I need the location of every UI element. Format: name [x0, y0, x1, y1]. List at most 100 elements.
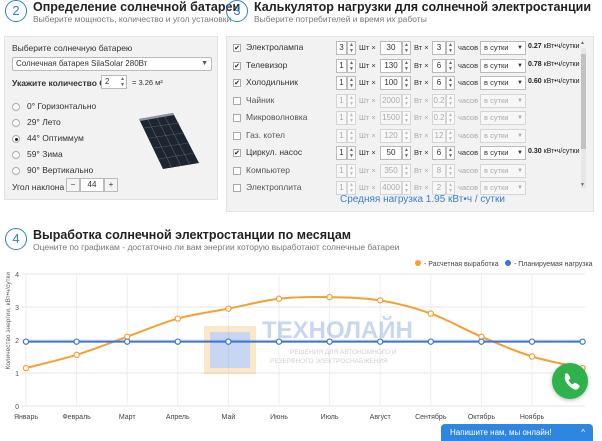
scrollbar-thumb[interactable]	[581, 54, 586, 149]
watts-spinner[interactable]: ▲ ▼	[402, 93, 411, 108]
load-checkbox[interactable]	[233, 96, 241, 105]
watts-input[interactable]: 50	[380, 146, 402, 160]
spinner-icon[interactable]: ▲ ▼	[120, 76, 125, 88]
hours-spinner[interactable]: ▲ ▼	[446, 93, 455, 108]
qty-spinner[interactable]: ▲ ▼	[347, 163, 356, 178]
period-select[interactable]: в сутки ▼	[480, 128, 526, 143]
hours-spinner[interactable]: ▲ ▼	[446, 163, 455, 178]
qty-spinner[interactable]: ▲ ▼	[347, 58, 356, 73]
hours-input[interactable]: 6	[432, 58, 446, 73]
hours-input[interactable]: 3	[432, 41, 446, 55]
watts-input[interactable]: 30	[380, 41, 402, 55]
watts-input[interactable]: 2000	[380, 93, 402, 108]
hours-spinner[interactable]: ▲ ▼	[446, 58, 455, 73]
qty-input[interactable]: 2 ▲ ▼	[101, 75, 127, 89]
period-select[interactable]: в сутки ▼	[480, 76, 526, 90]
hours-input[interactable]: 2	[432, 181, 446, 195]
hours-input[interactable]: 12	[432, 128, 446, 143]
qty-spinner[interactable]: ▲ ▼	[347, 128, 356, 143]
tilt-input[interactable]: 44	[80, 178, 104, 192]
hours-input[interactable]: 0.2	[432, 111, 446, 125]
qty-spinner[interactable]: ▲ ▼	[347, 181, 356, 195]
angle-radio-59[interactable]	[12, 151, 20, 159]
period-select[interactable]: в сутки ▼	[480, 93, 526, 108]
load-checkbox[interactable]: ✔	[233, 79, 241, 87]
qty-spinner[interactable]: ▲ ▼	[347, 41, 356, 55]
angle-radio-29[interactable]	[12, 119, 20, 127]
qty-input[interactable]: 1	[336, 58, 347, 73]
hours-spinner[interactable]: ▲ ▼	[446, 76, 455, 90]
qty-spinner[interactable]: ▲ ▼	[347, 111, 356, 125]
qty-input[interactable]: 3	[336, 41, 347, 55]
hours-input[interactable]: 0.2	[432, 93, 446, 108]
battery-select[interactable]: Солнечная батарея SilaSolar 280Вт ▼	[12, 57, 212, 71]
hours-spinner[interactable]: ▲ ▼	[446, 41, 455, 55]
watts-input[interactable]: 4000	[380, 181, 402, 195]
kwh-result: 0.27 кВт•ч/сутки	[528, 43, 580, 50]
scroll-up-icon[interactable]: ▲	[580, 40, 585, 46]
qty-spinner[interactable]: ▲ ▼	[347, 93, 356, 108]
watts-spinner[interactable]: ▲ ▼	[402, 76, 411, 90]
watts-spinner[interactable]: ▲ ▼	[402, 41, 411, 55]
qty-input[interactable]: 1	[336, 76, 347, 90]
qty-spinner[interactable]: ▲ ▼	[347, 146, 356, 160]
watts-input[interactable]: 350	[380, 163, 402, 178]
data-point	[427, 338, 434, 345]
hours-spinner[interactable]: ▲ ▼	[446, 111, 455, 125]
qty-unit: Шт ×	[359, 130, 376, 140]
qty-input[interactable]: 1	[336, 163, 347, 178]
load-checkbox[interactable]	[233, 131, 241, 140]
qty-unit: Шт ×	[359, 43, 376, 52]
period-select[interactable]: в сутки ▼	[480, 163, 526, 178]
angle-radio-44[interactable]	[12, 135, 20, 143]
load-row: ✔ Циркул. насос 1 ▲ ▼ Шт × 50 ▲ ▼ Вт × 6 ▲ ▼ часов в с…	[232, 145, 584, 162]
y-tick-label: 1	[15, 371, 19, 378]
hours-spinner[interactable]: ▲ ▼	[446, 128, 455, 143]
load-checkbox[interactable]: ✔	[233, 44, 241, 52]
watts-spinner[interactable]: ▲ ▼	[402, 58, 411, 73]
period-select[interactable]: в сутки ▼	[480, 58, 526, 73]
hours-spinner[interactable]: ▲ ▼	[446, 146, 455, 160]
data-point	[377, 338, 384, 345]
qty-input[interactable]: 1	[336, 111, 347, 125]
tilt-minus-button[interactable]: −	[66, 178, 80, 192]
load-checkbox[interactable]	[233, 166, 241, 175]
qty-input[interactable]: 1	[336, 128, 347, 143]
kwh-unit: кВт•ч/сутки	[543, 148, 580, 155]
hours-input[interactable]: 6	[432, 76, 446, 90]
load-checkbox[interactable]	[233, 184, 241, 192]
scrollbar-track[interactable]	[581, 48, 586, 188]
load-checkbox[interactable]: ✔	[233, 149, 241, 157]
angle-label-44: 44° Оптиммум	[27, 133, 84, 143]
watts-input[interactable]: 100	[380, 76, 402, 90]
watts-input[interactable]: 120	[380, 128, 402, 143]
qty-unit: Шт ×	[359, 78, 376, 87]
qty-input[interactable]: 1	[336, 181, 347, 195]
period-select[interactable]: в сутки ▼	[480, 146, 526, 160]
watts-input[interactable]: 130	[380, 58, 402, 73]
qty-input[interactable]: 1	[336, 146, 347, 160]
watts-input[interactable]: 1500	[380, 111, 402, 125]
chat-widget-tab[interactable]: Напишите нам, мы онлайн! ^	[441, 424, 593, 441]
watts-spinner[interactable]: ▲ ▼	[402, 111, 411, 125]
hours-spinner[interactable]: ▲ ▼	[446, 181, 455, 195]
call-button[interactable]	[552, 363, 588, 399]
qty-spinner[interactable]: ▲ ▼	[347, 76, 356, 90]
period-select[interactable]: в сутки ▼	[480, 41, 526, 55]
angle-radio-90[interactable]	[12, 167, 20, 175]
hours-input[interactable]: 8	[432, 163, 446, 178]
watts-spinner[interactable]: ▲ ▼	[402, 128, 411, 143]
tilt-plus-button[interactable]: +	[104, 178, 118, 192]
watts-spinner[interactable]: ▲ ▼	[402, 146, 411, 160]
kwh-result: 0.78 кВт•ч/сутки	[528, 61, 580, 68]
watts-spinner[interactable]: ▲ ▼	[402, 181, 411, 195]
load-checkbox[interactable]	[233, 114, 241, 122]
scroll-down-icon[interactable]: ▼	[580, 182, 585, 188]
hours-input[interactable]: 6	[432, 146, 446, 160]
qty-input[interactable]: 1	[336, 93, 347, 108]
watts-spinner[interactable]: ▲ ▼	[402, 163, 411, 178]
period-select[interactable]: в сутки ▼	[480, 111, 526, 125]
load-checkbox[interactable]: ✔	[233, 61, 241, 70]
period-select[interactable]: в сутки ▼	[480, 181, 526, 195]
angle-radio-0[interactable]	[12, 103, 20, 111]
